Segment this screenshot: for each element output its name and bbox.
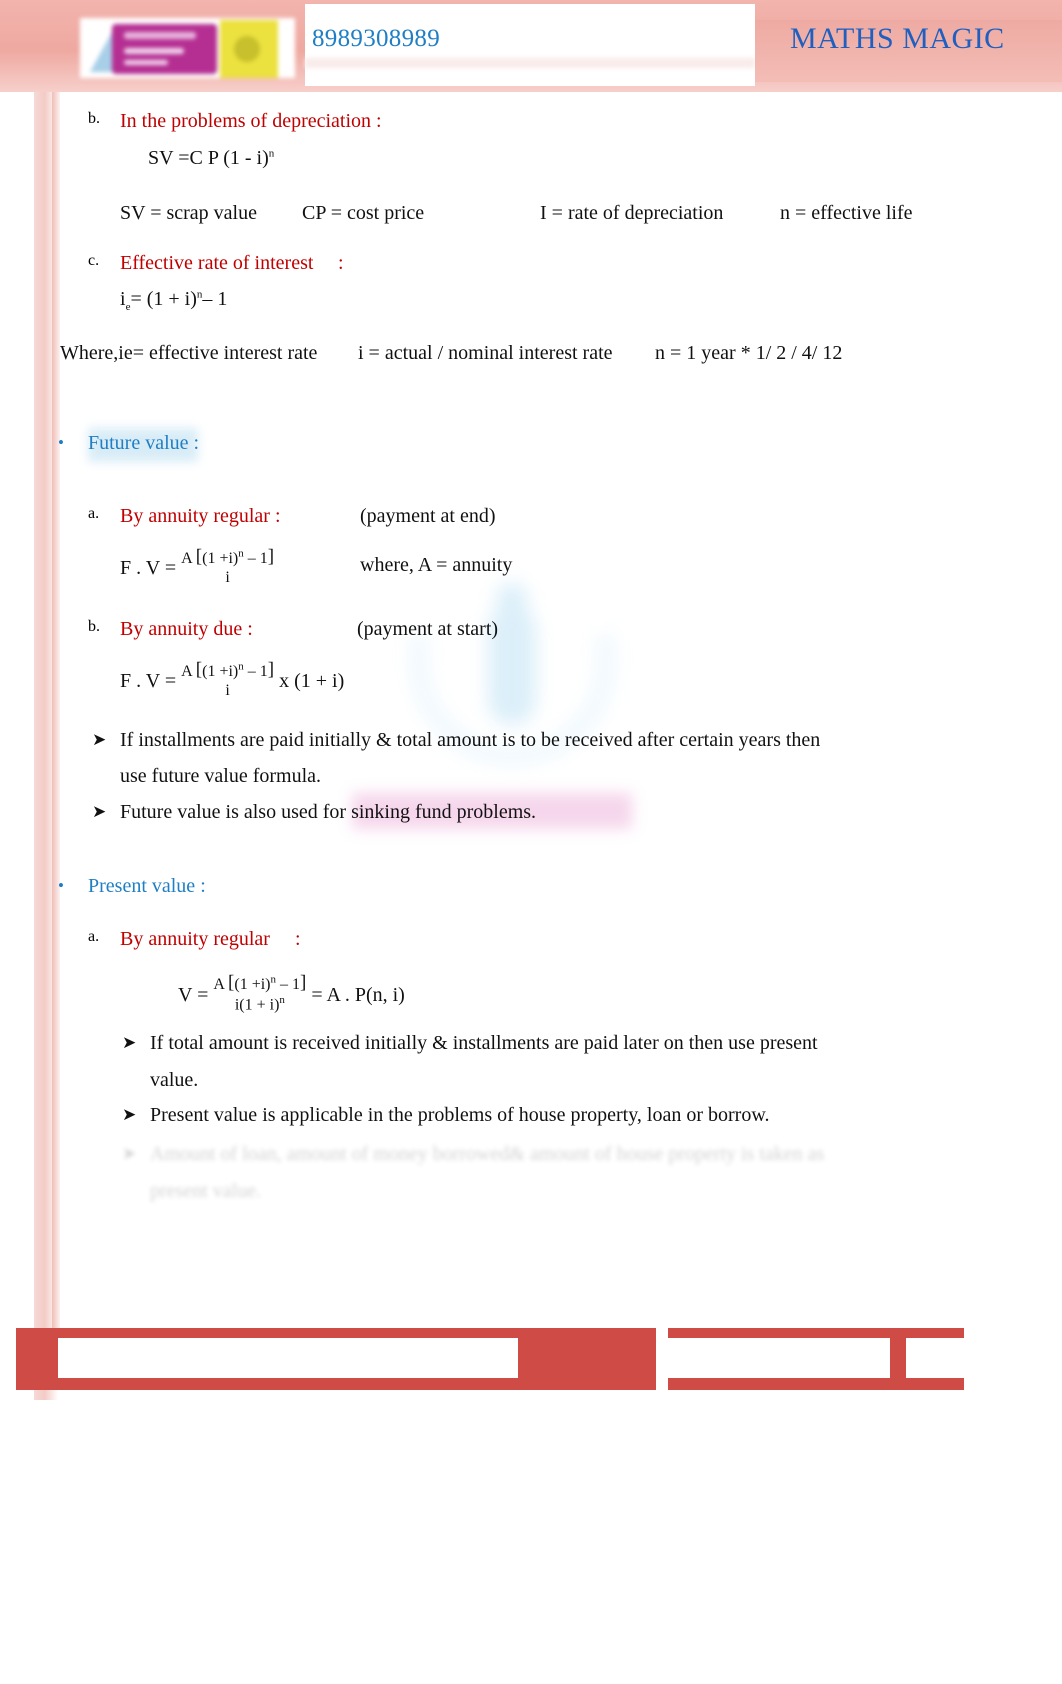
pv-a-denominator: i(1 + i)n: [234, 993, 285, 1014]
pv-note-3a: Amount of loan, amount of money borrowed…: [150, 1143, 825, 1165]
pv-a-numerator: A [(1 +i)n – 1]: [213, 972, 307, 993]
depreciation-formula-exponent: n: [268, 147, 275, 160]
fv-a-side-note: where, A = annuity: [360, 554, 513, 576]
fv-note-arrow-icon-1: ➤: [92, 730, 107, 749]
left-rail-accent: [52, 88, 60, 1333]
background-watermark: [400, 575, 630, 805]
effective-rate-marker: c.: [88, 252, 100, 269]
future-value-bullet-icon: •: [58, 433, 64, 452]
pv-note-2: Present value is applicable in the probl…: [150, 1104, 770, 1126]
future-value-heading: Future value :: [88, 432, 200, 454]
where-line-prefix: Where,ie= effective interest rate: [60, 342, 318, 364]
fv-note-arrow-icon-2: ➤: [92, 802, 107, 821]
legend-rate-depreciation: I = rate of depreciation: [540, 202, 724, 224]
fv-a-formula: F . V = A [(1 +i)n – 1] i: [120, 546, 275, 589]
depreciation-title: In the problems of depreciation :: [120, 110, 382, 132]
fv-a-note: (payment at end): [360, 505, 496, 527]
depreciation-formula: SV =C P (1 - i)n: [148, 147, 274, 170]
maths-magic-logo: [80, 18, 295, 78]
pv-note-3b: present value.: [150, 1180, 262, 1202]
fv-a-numerator: A [(1 +i)n – 1]: [181, 546, 275, 567]
footer-divider: [656, 1328, 668, 1390]
legend-effective-life: n = effective life: [780, 202, 913, 224]
fv-note-1a: If installments are paid initially & tot…: [120, 729, 821, 751]
logo-yellow-block: [220, 20, 278, 78]
fv-b-formula-lhs: F . V =: [120, 670, 177, 693]
pv-note-arrow-icon-3: ➤: [122, 1144, 137, 1163]
pv-a-marker: a.: [88, 928, 100, 945]
fv-b-fraction: A [(1 +i)n – 1] i: [181, 659, 275, 700]
pv-a-title: By annuity regular: [120, 928, 270, 950]
header-soft-line: [305, 58, 755, 68]
fv-b-marker: b.: [88, 618, 100, 635]
page-header: 8989308989 MATHS MAGIC: [0, 0, 1062, 92]
header-brand-title: MATHS MAGIC: [790, 22, 1005, 55]
pv-a-formula-lhs: V =: [178, 983, 209, 1006]
present-value-bullet-icon: •: [58, 876, 64, 895]
fv-a-marker: a.: [88, 505, 100, 522]
effective-rate-formula-rhs: = (1 + i): [130, 288, 197, 310]
fv-b-formula: F . V = A [(1 +i)n – 1] i x (1 + i): [120, 659, 345, 702]
effective-rate-colon: :: [338, 252, 344, 274]
pv-a-colon: :: [295, 928, 301, 950]
fv-b-note: (payment at start): [357, 618, 499, 640]
fv-b-numerator: A [(1 +i)n – 1]: [181, 659, 275, 680]
fv-note-2: Future value is also used for sinking fu…: [120, 801, 537, 823]
fv-a-denominator: i: [225, 568, 230, 586]
where-line-middle: i = actual / nominal interest rate: [358, 342, 613, 364]
fv-note-1b: use future value formula.: [120, 765, 322, 787]
fv-b-formula-tail: x (1 + i): [279, 670, 345, 693]
depreciation-formula-base: SV =C P (1 - i): [148, 147, 269, 169]
pv-note-1b: value.: [150, 1069, 199, 1091]
pv-a-formula: V = A [(1 +i)n – 1] i(1 + i)n = A . P(n,…: [178, 972, 405, 1016]
fv-a-title: By annuity regular :: [120, 505, 281, 527]
fv-a-formula-lhs: F . V =: [120, 557, 177, 580]
pv-note-arrow-icon-1: ➤: [122, 1033, 137, 1052]
document-page: 8989308989 MATHS MAGIC b. In the problem…: [0, 0, 1062, 1684]
where-line-suffix: n = 1 year * 1/ 2 / 4/ 12: [655, 342, 843, 364]
footer-left-edge: [0, 1328, 16, 1390]
logo-purple-block: [112, 24, 217, 74]
footer-box-middle: [668, 1338, 890, 1378]
pv-note-1a: If total amount is received initially & …: [150, 1032, 818, 1054]
pv-note-arrow-icon-2: ➤: [122, 1105, 137, 1124]
depreciation-marker: b.: [88, 110, 100, 127]
effective-rate-formula-tail: – 1: [202, 288, 228, 310]
footer-box-right: [906, 1338, 964, 1378]
effective-rate-title: Effective rate of interest: [120, 252, 314, 274]
effective-rate-formula: ie= (1 + i)n– 1: [120, 288, 227, 313]
legend-scrap-value: SV = scrap value: [120, 202, 257, 224]
pv-a-equals-tail: = A . P(n, i): [311, 983, 405, 1006]
fv-b-denominator: i: [225, 681, 230, 699]
fv-a-fraction: A [(1 +i)n – 1] i: [181, 546, 275, 587]
fv-b-title: By annuity due :: [120, 618, 253, 640]
header-phone-number: 8989308989: [312, 25, 440, 52]
footer-box-left: [58, 1338, 518, 1378]
pv-a-fraction: A [(1 +i)n – 1] i(1 + i)n: [213, 972, 307, 1014]
footer-right-edge: [964, 1328, 1062, 1390]
present-value-heading: Present value :: [88, 875, 206, 897]
legend-cost-price: CP = cost price: [302, 202, 425, 224]
